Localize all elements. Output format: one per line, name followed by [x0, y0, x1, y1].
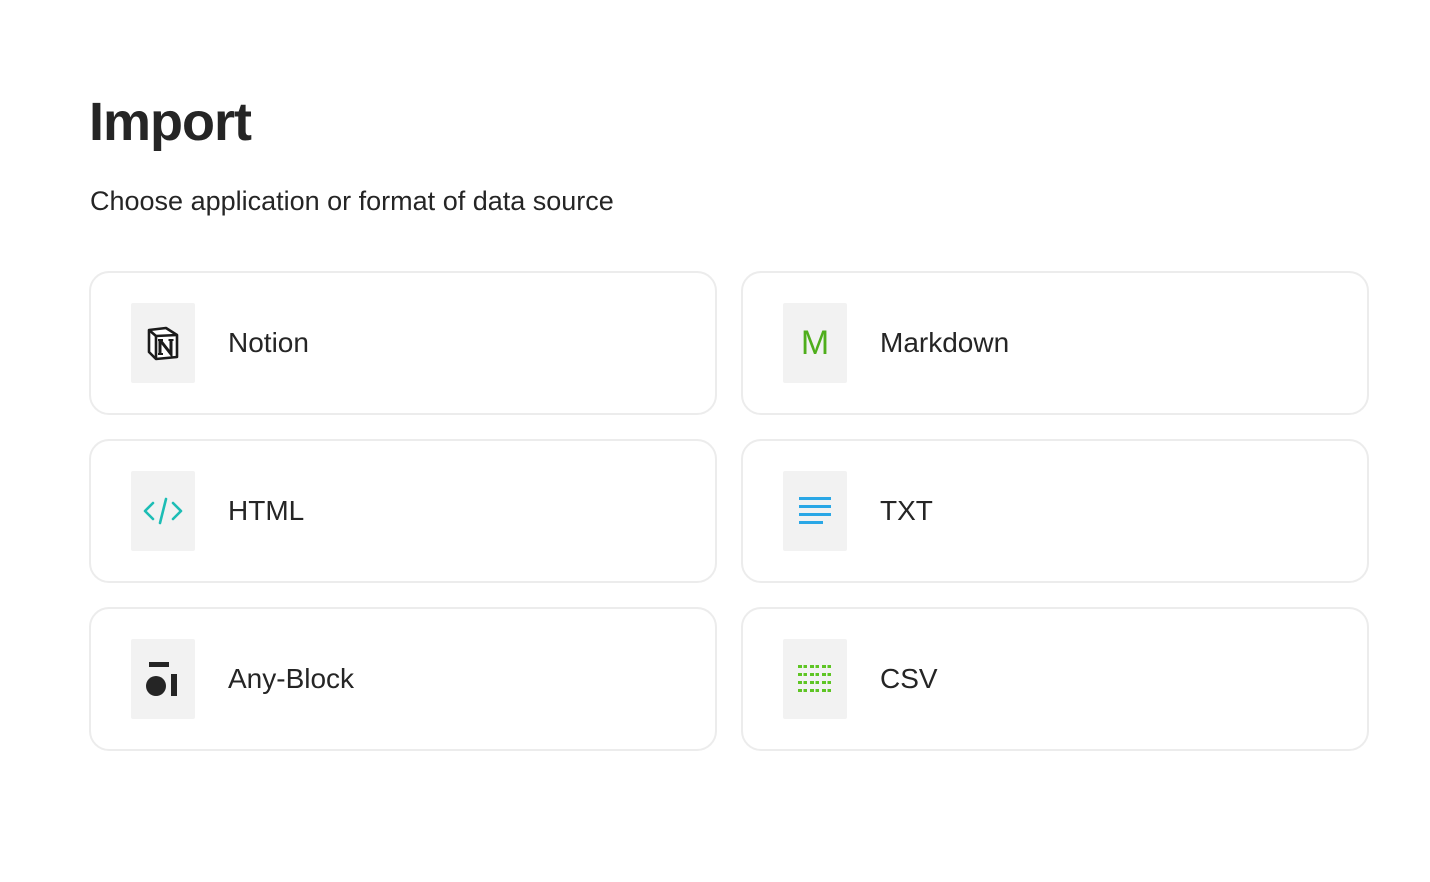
source-card-any-block[interactable]: Any-Block: [89, 607, 717, 751]
source-label-notion: Notion: [228, 327, 309, 358]
source-card-txt[interactable]: TXT: [741, 439, 1369, 583]
source-label-any-block: Any-Block: [228, 663, 355, 694]
source-label-csv: CSV: [880, 663, 938, 694]
notion-icon: [131, 303, 195, 383]
text-lines-icon: [783, 471, 847, 551]
source-card-markdown[interactable]: M Markdown: [741, 271, 1369, 415]
page-title: Import: [89, 92, 252, 152]
code-icon: [131, 471, 195, 551]
source-label-html: HTML: [228, 495, 305, 526]
source-card-html[interactable]: HTML: [89, 439, 717, 583]
source-card-notion[interactable]: Notion: [89, 271, 717, 415]
csv-grid-svg: [798, 664, 831, 694]
source-label-txt: TXT: [880, 495, 933, 526]
import-page: Import Choose application or format of d…: [0, 0, 1430, 882]
page-subtitle: Choose application or format of data sou…: [90, 186, 614, 216]
source-grid: Notion M Markdown HTML TXT Any-Block CSV: [89, 271, 1369, 751]
source-card-csv[interactable]: CSV: [741, 607, 1369, 751]
source-label-markdown: Markdown: [880, 327, 1010, 358]
anytype-icon: [131, 639, 195, 719]
markdown-icon: M: [783, 303, 847, 383]
table-grid-icon: [783, 639, 847, 719]
markdown-glyph: M: [800, 324, 830, 362]
